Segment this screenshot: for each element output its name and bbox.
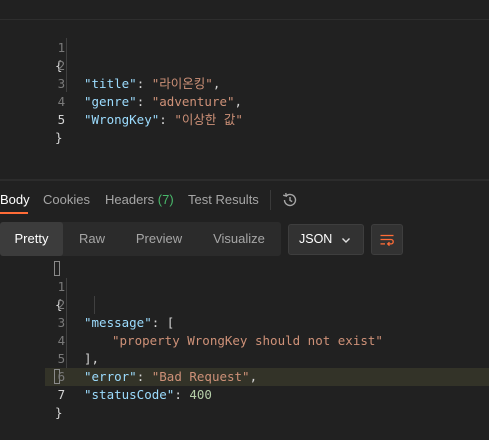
code-line: 3 "property WrongKey should not exist" <box>0 296 489 348</box>
code-line: 1 { <box>0 260 489 312</box>
json-string: "이상한 값" <box>174 112 243 127</box>
wrap-lines-button[interactable] <box>371 224 403 255</box>
visualize-button[interactable]: Visualize <box>197 222 281 256</box>
json-colon: : <box>159 112 175 127</box>
json-key: "WrongKey" <box>84 112 160 127</box>
raw-button[interactable]: Raw <box>63 222 121 256</box>
tab-divider <box>270 190 271 210</box>
code-line: 7 } <box>0 368 489 420</box>
wrap-lines-icon <box>380 234 394 247</box>
preview-button[interactable]: Preview <box>121 222 197 256</box>
response-body-viewer[interactable]: 1 { 2 "message": [ 3 "property WrongKey … <box>0 260 489 420</box>
tab-headers-label: Headers <box>105 192 155 207</box>
code-text: } <box>55 405 63 420</box>
code-line: 5 } <box>0 93 489 145</box>
code-text: } <box>55 130 63 145</box>
code-line: 5 "error": "Bad Request", <box>0 332 489 384</box>
chevron-down-icon <box>342 238 350 243</box>
tab-test-results[interactable]: Test Results <box>188 192 259 207</box>
active-tab-indicator <box>0 212 28 214</box>
format-select-value: JSON <box>299 232 333 246</box>
code-line: 1 { <box>0 21 489 73</box>
headers-count-badge: (7) <box>157 192 174 207</box>
code-line: 2 "message": [ <box>0 278 489 330</box>
tab-headers[interactable]: Headers (7) <box>105 192 174 207</box>
tab-body[interactable]: Body <box>0 192 30 207</box>
code-line: 6 "statusCode": 400 <box>0 350 489 402</box>
json-key: "statusCode" <box>84 387 175 402</box>
code-line: 3 "genre": "adventure", <box>0 57 489 109</box>
code-line: 2 "title": "라이온킹", <box>0 39 489 91</box>
line-number: 7 <box>57 387 66 402</box>
pane-splitter[interactable] <box>0 179 489 181</box>
code-line: 4 "WrongKey": "이상한 값" <box>0 75 489 127</box>
code-line: 4 ], <box>0 314 489 366</box>
history-icon[interactable] <box>281 191 299 209</box>
request-body-editor[interactable]: 1 { 2 "title": "라이온킹", 3 "genre": "adven… <box>0 19 489 180</box>
format-select[interactable]: JSON <box>288 224 364 255</box>
tab-cookies[interactable]: Cookies <box>43 192 90 207</box>
view-mode-segmented: Pretty Raw Preview Visualize <box>0 222 281 256</box>
pretty-button[interactable]: Pretty <box>0 222 63 256</box>
json-colon: : <box>174 387 190 402</box>
line-number: 5 <box>57 112 66 127</box>
json-number: 400 <box>189 387 212 402</box>
response-toolbar: Pretty Raw Preview Visualize JSON <box>0 222 489 258</box>
response-tabs: Body Cookies Headers (7) Test Results <box>0 184 489 216</box>
